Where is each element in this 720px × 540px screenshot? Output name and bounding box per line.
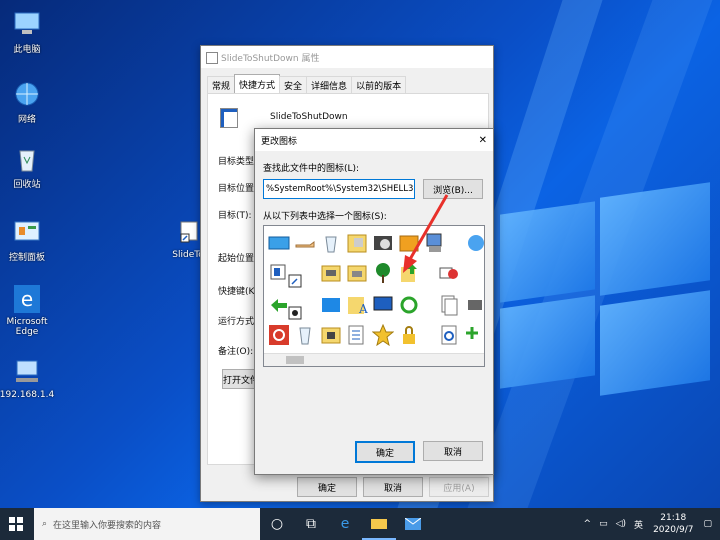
change-icon-titlebar: 更改图标 ✕ — [255, 129, 493, 151]
taskbar: ⌕ 在这里输入你要搜索的内容 ○ ⧉ e ^ ▭ ◁) 英 21:18 2020… — [0, 508, 720, 540]
change-icon-title: 更改图标 — [261, 136, 298, 147]
back-arrow-icon[interactable] — [268, 294, 290, 316]
edge-taskbar-icon[interactable]: e — [328, 508, 362, 540]
folder-network-icon[interactable] — [320, 324, 342, 346]
folder-printer-icon[interactable] — [346, 262, 368, 284]
icon-file-path-input[interactable]: %SystemRoot%\System32\SHELL32.dll — [263, 179, 415, 199]
add-printer-icon[interactable] — [464, 324, 484, 346]
blue-screen-icon[interactable] — [320, 294, 342, 316]
sound-icon[interactable] — [268, 262, 290, 284]
desktop-icon-this-pc[interactable]: 此电脑 — [0, 10, 59, 55]
desktop-icon-control-panel[interactable]: 控制面板 — [0, 218, 59, 263]
shortcut-name: SlideToShutDown — [270, 112, 348, 122]
printer-icon[interactable] — [464, 294, 484, 316]
recycle-icon[interactable] — [320, 232, 342, 254]
change-icon-cancel-button[interactable]: 取消 — [423, 441, 483, 461]
change-icon-dialog: 更改图标 ✕ 查找此文件中的图标(L): %SystemRoot%\System… — [254, 128, 494, 475]
document-folder-icon[interactable] — [346, 232, 368, 254]
tab-general[interactable]: 常规 — [207, 76, 236, 94]
cortana-icon[interactable]: ○ — [260, 508, 294, 540]
change-icon-ok-button[interactable]: 确定 — [355, 441, 415, 463]
power-icon[interactable] — [268, 324, 290, 346]
props-apply-button[interactable]: 应用(A) — [429, 477, 489, 497]
tab-details[interactable]: 详细信息 — [306, 76, 353, 94]
hand-icon[interactable] — [294, 232, 316, 254]
card-icon[interactable] — [268, 232, 290, 254]
tree-icon[interactable] — [372, 262, 394, 284]
search-file-icon[interactable] — [438, 324, 460, 346]
tab-security[interactable]: 安全 — [279, 76, 308, 94]
network-tray-icon[interactable]: ▭ — [599, 519, 608, 529]
monitor-icon[interactable] — [372, 294, 394, 316]
scrollbar-thumb[interactable] — [286, 356, 304, 364]
clock-time: 21:18 — [660, 513, 687, 523]
properties-titlebar: SlideToShutDown 属性 — [201, 46, 493, 68]
recycle-full-icon[interactable] — [294, 324, 316, 346]
shortcut-icon — [173, 218, 203, 246]
select-icon-label: 从以下列表中选择一个图标(S): — [263, 212, 387, 222]
desktop-icon-edge[interactable]: e Microsoft Edge — [0, 285, 59, 337]
folder-tools-icon[interactable] — [320, 262, 342, 284]
shortcut-arrow-icon[interactable] — [288, 274, 310, 296]
taskbar-search-box[interactable]: ⌕ 在这里输入你要搜索的内容 — [34, 508, 260, 540]
desktop-icon-network[interactable]: 网络 — [0, 80, 59, 125]
volume-icon[interactable]: ◁) — [616, 519, 626, 529]
mail-icon[interactable] — [396, 508, 430, 540]
files-stack-icon[interactable] — [438, 294, 460, 316]
properties-tabs: 常规 快捷方式 安全 详细信息 以前的版本 — [207, 74, 407, 94]
notification-icon[interactable]: ▢ — [703, 519, 712, 529]
recycle-bin-icon — [12, 145, 42, 173]
desktop-icon-recycle-bin[interactable]: 回收站 — [0, 145, 59, 190]
icon-list-scrollbar[interactable] — [264, 353, 484, 366]
svg-text:e: e — [21, 287, 33, 311]
control-panel-icon — [12, 218, 42, 246]
network-computer-icon — [12, 358, 42, 386]
chevron-up-icon[interactable]: ^ — [584, 519, 592, 529]
start-button[interactable] — [9, 517, 23, 534]
clock-date: 2020/9/7 — [653, 525, 694, 535]
props-ok-button[interactable]: 确定 — [297, 477, 357, 497]
search-placeholder: 在这里输入你要搜索的内容 — [53, 520, 162, 531]
annotation-arrow-icon — [403, 194, 449, 273]
sync-icon[interactable] — [398, 294, 420, 316]
edge-icon: e — [12, 285, 42, 313]
find-icons-label: 查找此文件中的图标(L): — [263, 164, 360, 174]
tab-previous-versions[interactable]: 以前的版本 — [351, 76, 407, 94]
shortcut-title-icon — [206, 52, 218, 64]
label-target-type: 目标类型: — [218, 157, 258, 167]
windows-logo-wallpaper — [500, 182, 710, 396]
star-icon[interactable] — [371, 323, 395, 347]
system-tray: ^ ▭ ◁) 英 21:18 2020/9/7 ▢ — [584, 508, 712, 540]
font-icon[interactable]: A — [346, 294, 368, 316]
search-icon: ⌕ — [42, 519, 48, 529]
label-run: 运行方式( — [218, 317, 258, 327]
svg-text:A: A — [358, 302, 368, 316]
close-icon[interactable]: ✕ — [479, 135, 487, 146]
windows-start-icon — [9, 517, 23, 531]
this-pc-icon — [12, 10, 42, 38]
label-start-in: 起始位置( — [218, 254, 258, 264]
ime-indicator[interactable]: 英 — [634, 518, 643, 531]
label-comment: 备注(O): — [218, 347, 254, 357]
shortcut-large-icon — [220, 108, 238, 128]
task-view-icon[interactable]: ⧉ — [294, 508, 328, 540]
tab-shortcut[interactable]: 快捷方式 — [234, 74, 281, 94]
label-target-location: 目标位置: — [218, 184, 258, 194]
label-target: 目标(T): — [218, 211, 252, 221]
globe-icon[interactable] — [462, 232, 484, 254]
desktop-icon-network-computer[interactable]: 192.168.1.4 — [0, 358, 59, 400]
lock-icon[interactable] — [398, 324, 420, 346]
checklist-icon[interactable] — [346, 324, 368, 346]
clock[interactable]: 21:18 2020/9/7 — [653, 512, 693, 536]
network-icon — [12, 80, 42, 108]
props-cancel-button[interactable]: 取消 — [363, 477, 423, 497]
file-explorer-icon[interactable] — [362, 508, 396, 540]
properties-title: SlideToShutDown 属性 — [221, 53, 320, 64]
cd-drive-icon[interactable] — [372, 232, 394, 254]
